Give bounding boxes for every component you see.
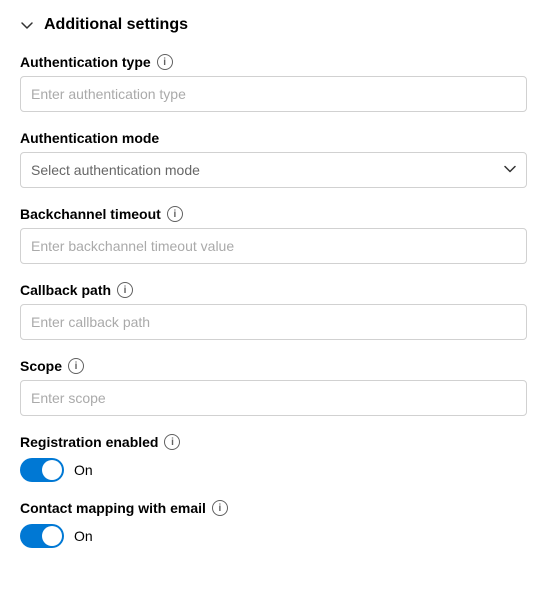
callback-path-label: Callback path [20, 282, 111, 298]
contact-mapping-state-label: On [74, 528, 93, 544]
authentication-type-info-icon[interactable]: i [157, 54, 173, 70]
backchannel-timeout-label: Backchannel timeout [20, 206, 161, 222]
scope-info-icon[interactable]: i [68, 358, 84, 374]
callback-path-label-row: Callback path i [20, 282, 527, 298]
authentication-mode-select-wrapper: Select authentication mode [20, 152, 527, 188]
registration-enabled-group: Registration enabled i On [20, 434, 527, 482]
contact-mapping-info-icon[interactable]: i [212, 500, 228, 516]
contact-mapping-group: Contact mapping with email i On [20, 500, 527, 548]
contact-mapping-label: Contact mapping with email [20, 500, 206, 516]
backchannel-timeout-group: Backchannel timeout i [20, 206, 527, 264]
callback-path-group: Callback path i [20, 282, 527, 340]
registration-enabled-label: Registration enabled [20, 434, 158, 450]
authentication-type-label: Authentication type [20, 54, 151, 70]
authentication-mode-label: Authentication mode [20, 130, 159, 146]
backchannel-timeout-label-row: Backchannel timeout i [20, 206, 527, 222]
authentication-mode-select[interactable]: Select authentication mode [20, 152, 527, 188]
backchannel-timeout-info-icon[interactable]: i [167, 206, 183, 222]
contact-mapping-toggle-group: On [20, 524, 527, 548]
contact-mapping-toggle-thumb [42, 526, 62, 546]
collapse-chevron-icon[interactable] [20, 18, 34, 32]
authentication-type-group: Authentication type i [20, 54, 527, 112]
registration-enabled-state-label: On [74, 462, 93, 478]
scope-label: Scope [20, 358, 62, 374]
scope-group: Scope i [20, 358, 527, 416]
section-title: Additional settings [44, 16, 188, 34]
registration-enabled-label-row: Registration enabled i [20, 434, 527, 450]
section-header: Additional settings [20, 16, 527, 34]
contact-mapping-toggle[interactable] [20, 524, 64, 548]
authentication-type-input[interactable] [20, 76, 527, 112]
authentication-mode-placeholder: Select authentication mode [31, 162, 200, 178]
scope-label-row: Scope i [20, 358, 527, 374]
contact-mapping-label-row: Contact mapping with email i [20, 500, 527, 516]
authentication-mode-group: Authentication mode Select authenticatio… [20, 130, 527, 188]
callback-path-info-icon[interactable]: i [117, 282, 133, 298]
registration-enabled-info-icon[interactable]: i [164, 434, 180, 450]
registration-enabled-toggle-group: On [20, 458, 527, 482]
registration-enabled-toggle-thumb [42, 460, 62, 480]
callback-path-input[interactable] [20, 304, 527, 340]
registration-enabled-toggle[interactable] [20, 458, 64, 482]
scope-input[interactable] [20, 380, 527, 416]
authentication-mode-label-row: Authentication mode [20, 130, 527, 146]
backchannel-timeout-input[interactable] [20, 228, 527, 264]
authentication-type-label-row: Authentication type i [20, 54, 527, 70]
